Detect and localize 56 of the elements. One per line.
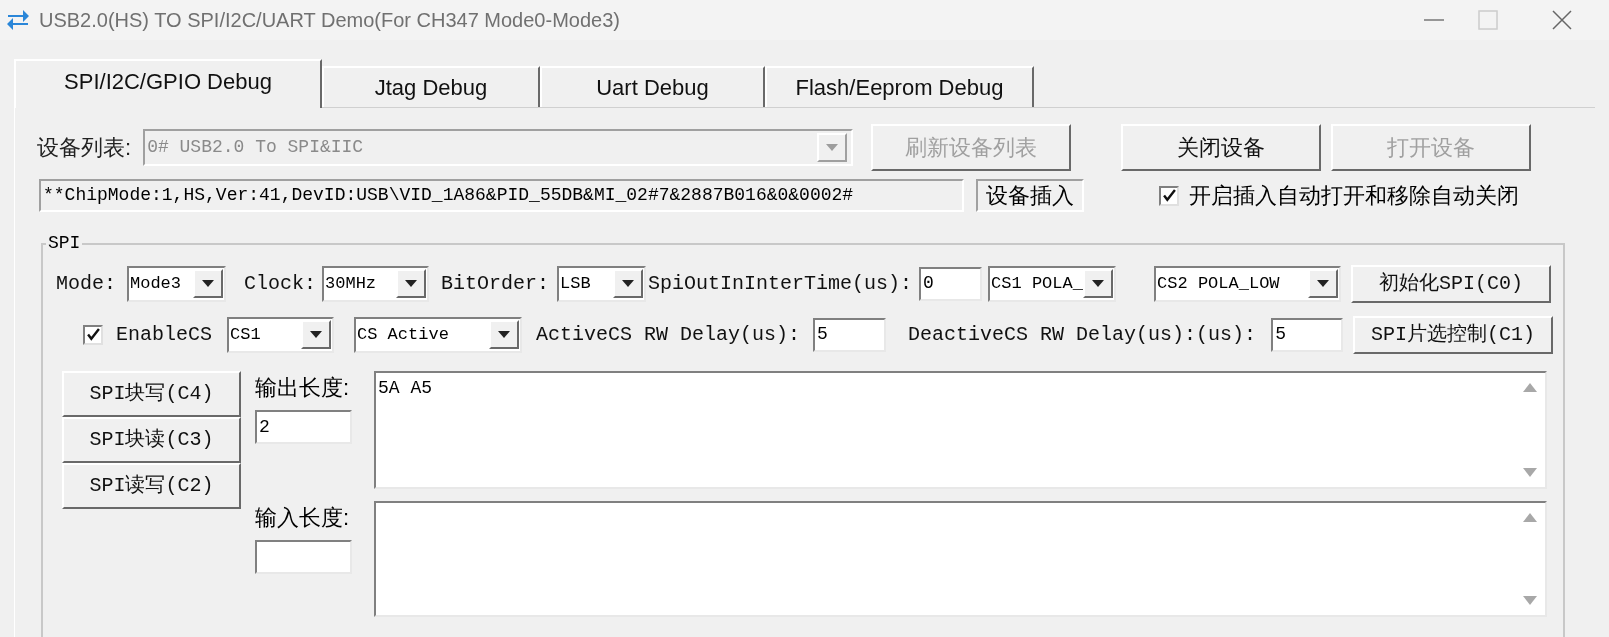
dropdown[interactable]: CS Active [354, 316, 522, 353]
scroll-down-icon[interactable] [1523, 596, 1537, 605]
device-info-field: **ChipMode:1,HS,Ver:41,DevID:USB\VID_1A86&PID_55DB&MI_02#7&2887B016&0&0002# [39, 179, 964, 212]
input-field[interactable]: 0 [919, 266, 983, 301]
button[interactable]: SPI块写(C4) [62, 371, 241, 417]
field-label: BitOrder: [441, 270, 550, 297]
button[interactable]: 关闭设备 [1121, 124, 1322, 171]
dropdown[interactable]: Mode3 [127, 265, 226, 302]
field-label: ActiveCS RW Delay(us): [536, 321, 801, 348]
length-field[interactable] [255, 540, 352, 574]
text-area[interactable]: 5A A5 [374, 371, 1547, 489]
caret-icon [310, 330, 322, 339]
field-label: DeactiveCS RW Delay(us):(us): [908, 321, 1257, 348]
tab[interactable]: Jtag Debug [322, 66, 540, 107]
caret-icon [405, 279, 418, 288]
caret-icon [622, 279, 635, 288]
dropdown[interactable]: CS2 POLA_LOW [1154, 265, 1342, 302]
dropdown[interactable]: CS1 POLA_ [988, 265, 1117, 302]
checkbox[interactable] [1159, 185, 1179, 206]
dropdown[interactable]: CS1 [227, 316, 334, 353]
tab[interactable]: SPI/I2C/GPIO Debug [14, 59, 322, 108]
field-label: SpiOutInInterTime(us): [648, 270, 913, 297]
tab[interactable]: Flash/Eeprom Debug [765, 66, 1034, 107]
scroll-down-icon[interactable] [1523, 468, 1537, 477]
tab[interactable]: Uart Debug [540, 66, 765, 107]
button[interactable]: SPI读写(C2) [62, 463, 241, 509]
field-label: EnableCS [116, 321, 212, 348]
caret-icon [826, 143, 839, 152]
button[interactable]: SPI块读(C3) [62, 417, 241, 463]
field-label: 输出长度: [255, 374, 351, 402]
text-content: 5A A5 [378, 378, 432, 398]
scroll-up-icon[interactable] [1523, 383, 1537, 392]
field-label: Mode: [56, 270, 116, 297]
maximize-icon[interactable] [1478, 10, 1498, 30]
caret-icon [498, 330, 510, 339]
device-status-text: 设备插入 [976, 179, 1084, 212]
input-field[interactable]: 5 [1271, 317, 1344, 352]
checkbox-label: 开启插入自动打开和移除自动关闭 [1189, 182, 1519, 210]
field-label: 输入长度: [255, 504, 351, 532]
caret-icon [1317, 279, 1330, 288]
checkbox[interactable] [83, 324, 103, 345]
field-label: 设备列表: [37, 134, 132, 162]
field-label: Clock: [244, 270, 317, 297]
button[interactable]: 初始化SPI(C0) [1351, 264, 1552, 303]
input-field[interactable]: 5 [813, 317, 887, 352]
close-icon[interactable] [1552, 10, 1572, 30]
group-title: SPI [47, 232, 82, 255]
dropdown[interactable]: 30MHz [322, 265, 430, 302]
text-area[interactable] [374, 501, 1547, 617]
window-title: USB2.0(HS) TO SPI/I2C/UART Demo(For CH347 Mode0-Mode3) [39, 8, 620, 33]
caret-icon [1092, 279, 1105, 288]
length-field[interactable]: 2 [255, 410, 352, 444]
scroll-up-icon[interactable] [1523, 513, 1537, 522]
button[interactable]: SPI片选控制(C1) [1353, 315, 1554, 354]
caret-icon [202, 279, 214, 288]
dropdown[interactable]: LSB [557, 265, 647, 302]
